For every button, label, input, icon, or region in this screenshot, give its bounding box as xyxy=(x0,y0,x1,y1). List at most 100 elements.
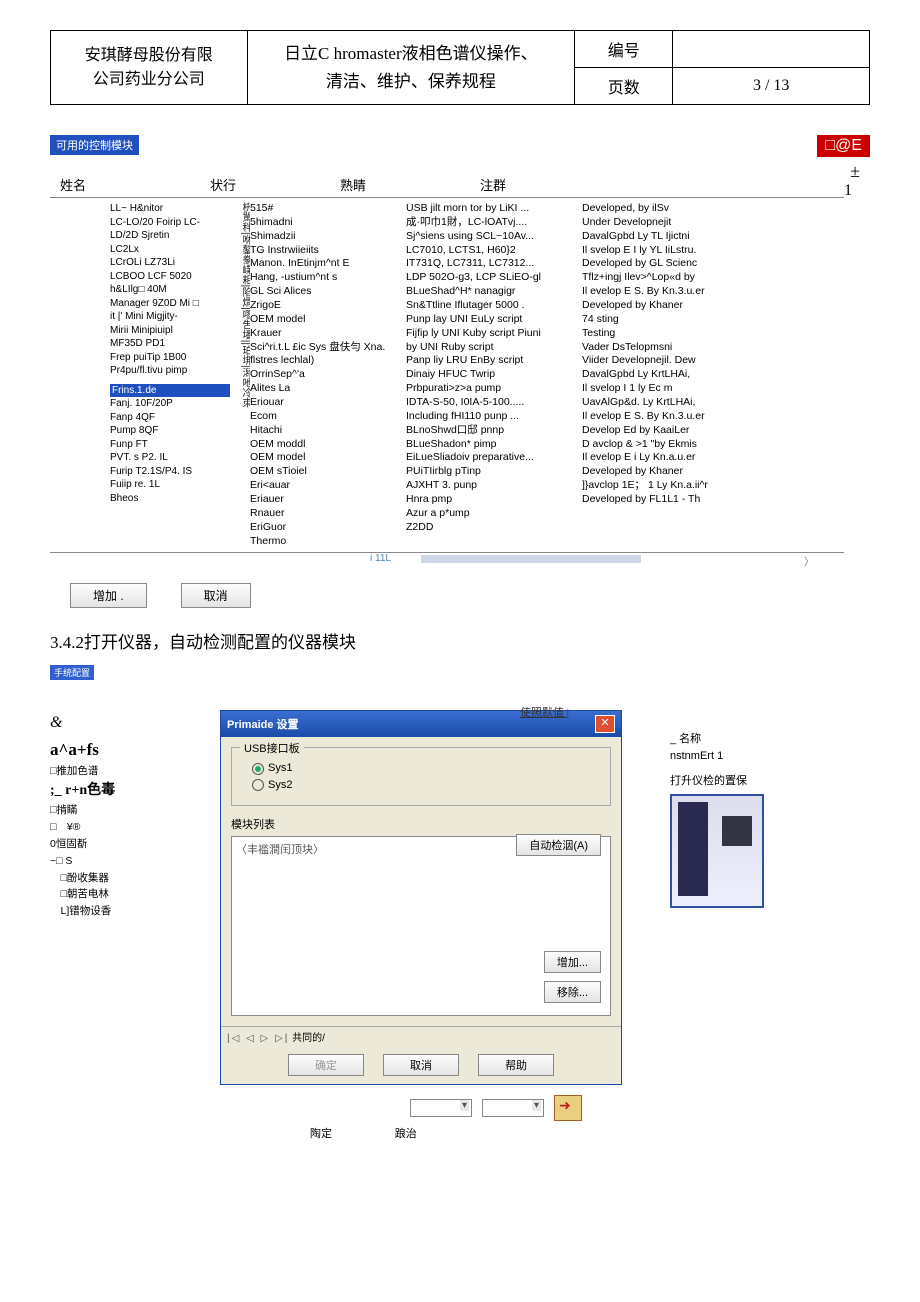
opt-3[interactable]: □掯瞞 xyxy=(50,802,190,819)
list-item[interactable]: Under Developnejit xyxy=(582,216,752,230)
list-item[interactable]: Pump 8QF xyxy=(110,424,230,438)
list-item[interactable]: Frep puiTip 1B00 xyxy=(110,351,230,365)
list-item[interactable]: Krauer xyxy=(250,327,400,341)
dropdown-1[interactable] xyxy=(410,1099,472,1117)
list-item[interactable]: Developed by FL1L1 - Th xyxy=(582,493,752,507)
tab-nav-icons[interactable]: |◁ ◁ ▷ ▷| xyxy=(227,1033,289,1044)
list-item[interactable]: Shimadzii xyxy=(250,230,400,244)
list-item[interactable]: Viider Developnejil. Dew xyxy=(582,354,752,368)
auto-detect-button[interactable]: 自动检洇(A) xyxy=(516,834,601,856)
list-item[interactable]: UavAlGp&d. Ly KrtLHAi, xyxy=(582,396,752,410)
dialog-help-button[interactable]: 帮助 xyxy=(478,1054,554,1076)
list-item[interactable]: LCrOLi LZ73Li xyxy=(110,256,230,270)
list-item[interactable]: flstres lechlal) xyxy=(250,354,400,368)
list-item[interactable]: Rnauer xyxy=(250,507,400,521)
radio-sys2[interactable]: Sys2 xyxy=(252,779,600,791)
list-item[interactable]: LC7010, LCTS1, H60}2 xyxy=(406,244,576,258)
list-item[interactable]: D avclop & >1 "by Ekmis xyxy=(582,438,752,452)
list-item[interactable]: Il evelop E S. By Kn.3.u.er xyxy=(582,285,752,299)
list-item[interactable]: Developed by Khaner xyxy=(582,299,752,313)
list-item[interactable]: TG Instrwiieiits xyxy=(250,244,400,258)
cancel-button[interactable]: 取消 xyxy=(181,583,251,608)
list-item[interactable]: 515# xyxy=(250,202,400,216)
list-item[interactable]: Il svelop E I ly YL IiLstru. xyxy=(582,244,752,258)
list-item[interactable]: 成·叩巾1財，LC-lOATvj.... xyxy=(406,216,576,230)
list-item[interactable]: Bheos xyxy=(110,492,230,506)
list-item[interactable]: Alites La xyxy=(250,382,400,396)
list-item[interactable]: Hang, -ustium^nt s xyxy=(250,271,400,285)
opt-8[interactable]: □朝苦电林 xyxy=(50,886,190,903)
list-item[interactable]: PVT. s P2. IL xyxy=(110,451,230,465)
list-item[interactable]: Punp lay UNI EuLy script xyxy=(406,313,576,327)
list-item[interactable]: OEM moddl xyxy=(250,438,400,452)
list-item[interactable]: LD/2D Sjretin xyxy=(110,229,230,243)
close-icon[interactable]: ✕ xyxy=(595,715,615,733)
add-button[interactable]: 增加 . xyxy=(70,583,147,608)
list-item[interactable]: Prbpurati>z>a pump xyxy=(406,382,576,396)
list-item[interactable]: Including fHI110 punp ... xyxy=(406,410,576,424)
list-item[interactable]: Pr4pu/fl.tivu pimp xyxy=(110,364,230,378)
list-item[interactable]: AJXHT 3. punp xyxy=(406,479,576,493)
list-item[interactable]: Azur a p*ump xyxy=(406,507,576,521)
list-item[interactable]: 74 sting xyxy=(582,313,752,327)
list-item[interactable]: Sci^ri.t.L £ic Sys 盘伕勻 Xna. xyxy=(250,341,400,355)
list-item[interactable]: Developed by Khaner xyxy=(582,465,752,479)
list-item[interactable]: LC2Lx xyxy=(110,243,230,257)
selected-module[interactable]: Frins.1.de xyxy=(110,384,230,398)
list-item[interactable]: h&LIlg□ 40M xyxy=(110,283,230,297)
list-item[interactable]: BLnoShwd口邸 pnnp xyxy=(406,424,576,438)
list-item[interactable]: OrrinSep^'a xyxy=(250,368,400,382)
list-item[interactable]: Fanj. 10F/20P xyxy=(110,397,230,411)
list-item[interactable]: Manon. InEtinjm^nt E xyxy=(250,257,400,271)
list-item[interactable]: Il evelop E i Ly Kn.a.u.er xyxy=(582,451,752,465)
list-item[interactable]: GL Sci Alices xyxy=(250,285,400,299)
dropdown-2[interactable] xyxy=(482,1099,544,1117)
list-item[interactable]: Developed, by ilSv xyxy=(582,202,752,216)
list-item[interactable]: IT731Q, LC7311, LC7312... xyxy=(406,257,576,271)
list-item[interactable]: Panp liy LRU EnBy script xyxy=(406,354,576,368)
dialog-add-button[interactable]: 增加... xyxy=(544,951,601,973)
opt-9[interactable]: L]镨物设香 xyxy=(50,903,190,920)
list-item[interactable]: Sn&Ttline Iflutager 5000 . xyxy=(406,299,576,313)
list-item[interactable]: EriGuor xyxy=(250,521,400,535)
list-item[interactable]: BLueShadon* pimp xyxy=(406,438,576,452)
list-item[interactable]: IDTA-S-50, I0IA-5-100..... xyxy=(406,396,576,410)
list-item[interactable]: by UNI Ruby script xyxy=(406,341,576,355)
list-item[interactable]: it |' Mini Migjity- xyxy=(110,310,230,324)
list-item[interactable]: Mirii Minipiuipl xyxy=(110,324,230,338)
list-item[interactable]: PUiTIirblg pTinp xyxy=(406,465,576,479)
dialog-ok-button[interactable]: 确定 xyxy=(288,1054,364,1076)
list-item[interactable]: Thermo xyxy=(250,535,400,549)
list-item[interactable]: Fuiip re. 1L xyxy=(110,478,230,492)
list-item[interactable]: Fijfip ly UNI Kuby script Piuni xyxy=(406,327,576,341)
list-item[interactable]: LDP 502O-g3, LCP SLiEO-gl xyxy=(406,271,576,285)
below-cancel[interactable]: 踉治 xyxy=(395,1128,417,1140)
list-item[interactable]: BLueShad^H* nanagigr xyxy=(406,285,576,299)
list-item[interactable]: Furip T2.1S/P4. IS xyxy=(110,465,230,479)
list-item[interactable]: Z2DD xyxy=(406,521,576,535)
list-item[interactable]: ZrigoE xyxy=(250,299,400,313)
below-ok[interactable]: 陶定 xyxy=(310,1128,332,1140)
tab-common[interactable]: 共同的/ xyxy=(292,1033,325,1044)
dialog-cancel-button[interactable]: 取消 xyxy=(383,1054,459,1076)
list-item[interactable]: Sj^siens using SCL~10Av... xyxy=(406,230,576,244)
list-item[interactable]: Dinaiy HFUC Twrip xyxy=(406,368,576,382)
list-item[interactable]: Fanp 4QF xyxy=(110,411,230,425)
list-item[interactable]: ]}avclop 1E； 1 Ly Kn.a.ii^r xyxy=(582,479,752,493)
use-default-link[interactable]: 使照默值 | xyxy=(520,704,569,720)
scroll-right-icon[interactable]: 〉 xyxy=(804,553,814,568)
tab-strip[interactable]: |◁ ◁ ▷ ▷| 共同的/ xyxy=(221,1026,621,1046)
list-item[interactable]: DavalGpbd Ly KrtLHAi, xyxy=(582,368,752,382)
list-item[interactable]: Develop Ed by KaaiLer xyxy=(582,424,752,438)
exit-icon[interactable] xyxy=(554,1095,582,1121)
list-item[interactable]: DavalGpbd Ly TL Ijictni xyxy=(582,230,752,244)
list-item[interactable]: Funp FT xyxy=(110,438,230,452)
list-item[interactable]: OEM model xyxy=(250,451,400,465)
list-item[interactable]: LCBOO LCF 5020 xyxy=(110,270,230,284)
radio-sys1[interactable]: Sys1 xyxy=(252,762,600,774)
list-item[interactable]: Vader DsTelopmsni xyxy=(582,341,752,355)
list-item[interactable]: Eri<auar xyxy=(250,479,400,493)
list-item[interactable]: LC-LO/20 Foirip LC- xyxy=(110,216,230,230)
list-item[interactable]: OEM model xyxy=(250,313,400,327)
opt-7[interactable]: □酚收集器 xyxy=(50,870,190,887)
